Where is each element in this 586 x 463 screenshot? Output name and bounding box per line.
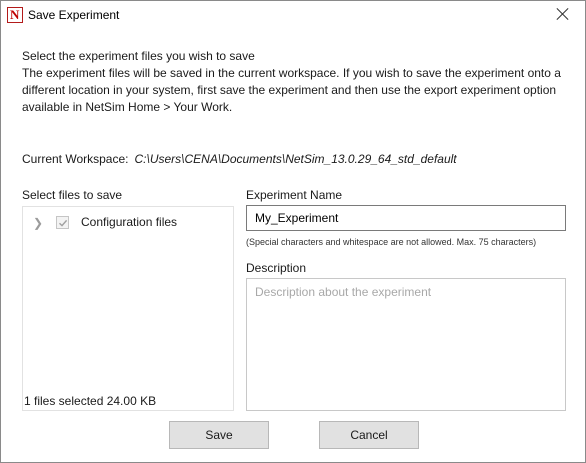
- experiment-name-input[interactable]: [246, 205, 566, 231]
- current-workspace: Current Workspace: C:\Users\CENA\Document…: [22, 152, 457, 166]
- intro-line: different location in your system, first…: [22, 83, 557, 97]
- workspace-path: C:\Users\CENA\Documents\NetSim_13.0.29_6…: [134, 152, 457, 166]
- description-textarea[interactable]: [246, 278, 566, 411]
- tree-item-label: Configuration files: [81, 215, 178, 229]
- title-bar: N Save Experiment: [1, 1, 585, 31]
- description-label: Description: [246, 261, 307, 275]
- experiment-name-label: Experiment Name: [246, 188, 343, 202]
- intro-line: The experiment files will be saved in th…: [22, 66, 561, 80]
- tree-item-configuration-files[interactable]: ❯ Configuration files: [31, 215, 221, 231]
- intro-line: available in NetSim Home > Your Work.: [22, 100, 233, 114]
- save-button[interactable]: Save: [169, 421, 269, 449]
- cancel-button[interactable]: Cancel: [319, 421, 419, 449]
- intro-text: Select the experiment files you wish to …: [22, 48, 570, 116]
- chevron-right-icon[interactable]: ❯: [33, 216, 43, 230]
- files-selected-status: 1 files selected 24.00 KB: [24, 394, 157, 408]
- save-experiment-dialog: N Save Experiment Select the experiment …: [0, 0, 586, 463]
- netsim-logo-icon: N: [7, 7, 23, 23]
- window-title: Save Experiment: [28, 8, 120, 22]
- close-icon[interactable]: [555, 6, 571, 22]
- workspace-label: Current Workspace:: [22, 152, 129, 166]
- configuration-files-checkbox[interactable]: [56, 216, 69, 229]
- experiment-name-hint: (Special characters and whitespace are n…: [246, 237, 537, 247]
- files-label: Select files to save: [22, 188, 123, 202]
- files-tree: ❯ Configuration files 1 files selected 2…: [22, 206, 234, 411]
- intro-line: Select the experiment files you wish to …: [22, 49, 255, 63]
